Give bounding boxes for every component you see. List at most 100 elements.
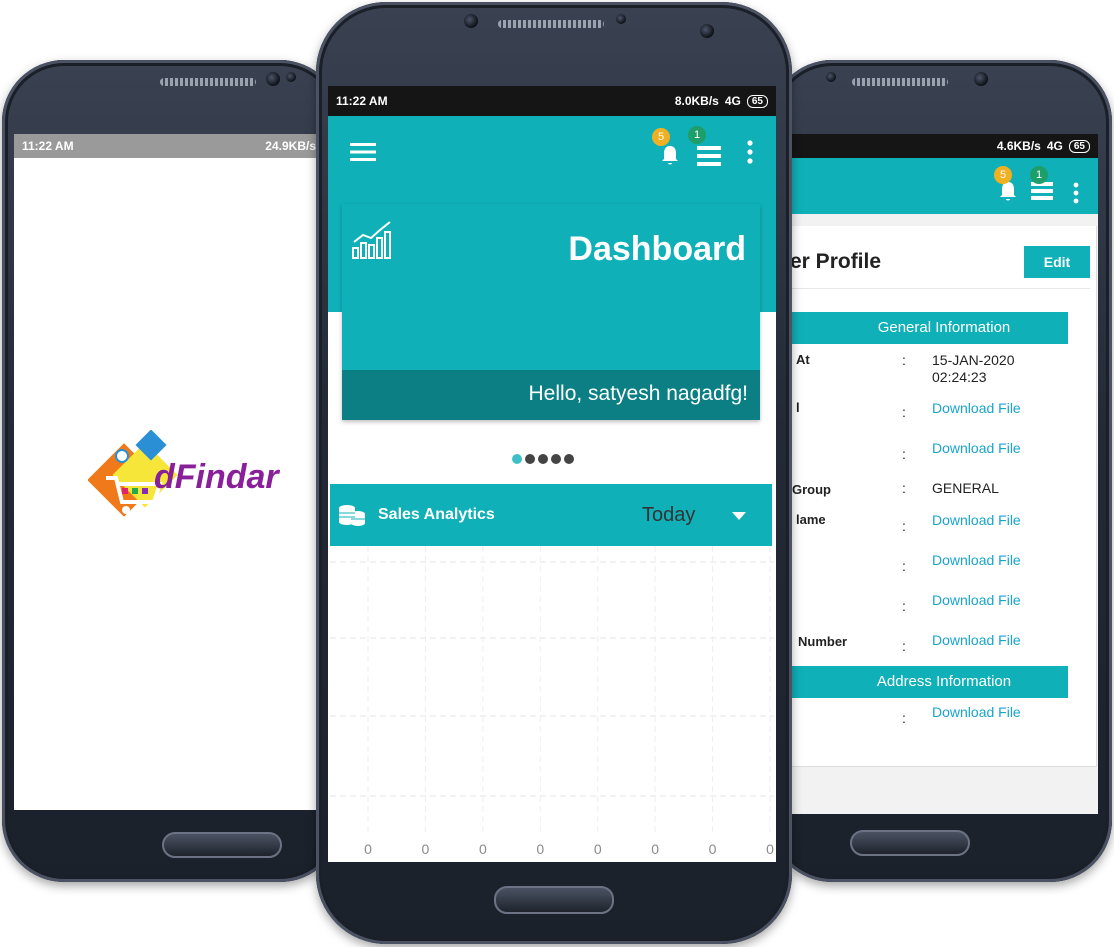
profile-row: : Download File (790, 552, 1090, 582)
profile-row: Number : Download File (790, 632, 1090, 662)
center-phone: 11:22 AM 8.0KB/s 4G 65 5 1 Dashboard Hel… (316, 2, 792, 944)
row-colon: : (902, 710, 906, 726)
center-status-bar: 11:22 AM 8.0KB/s 4G 65 (328, 86, 776, 116)
chevron-down-icon (732, 512, 746, 520)
download-link[interactable]: Download File (932, 400, 1021, 416)
carousel-dot[interactable] (564, 454, 574, 464)
left-status-bar: 11:22 AM 24.9KB/s (14, 134, 324, 158)
row-label: Number (798, 634, 848, 649)
row-label: lame (796, 512, 826, 527)
sales-analytics-title: Sales Analytics (378, 506, 495, 523)
right-list-button[interactable]: 1 (1028, 166, 1056, 202)
profile-row: : Download File (790, 592, 1090, 622)
right-status-network: 4G (1046, 139, 1063, 153)
download-link[interactable]: Download File (932, 592, 1021, 608)
analytics-chart-icon (352, 221, 391, 259)
splash-logo: dFindar (88, 430, 324, 540)
carousel-dot[interactable] (551, 454, 561, 464)
chart-tick-label: 0 (364, 841, 372, 857)
dashboard-card[interactable]: Dashboard Hello, satyesh nagadfg! (342, 204, 760, 420)
period-dropdown-value: Today (642, 504, 696, 526)
carousel-dot[interactable] (538, 454, 548, 464)
greeting-text: Hello, satyesh nagadfg! (528, 382, 748, 405)
right-list-badge: 1 (1030, 166, 1048, 184)
bell-icon (662, 146, 678, 165)
left-status-speed: 24.9KB/s (265, 139, 316, 153)
left-speaker (160, 78, 256, 86)
download-link[interactable]: Download File (932, 632, 1021, 648)
row-colon: : (902, 598, 906, 614)
chart-tick-label: 0 (766, 841, 774, 857)
chart-tick-label: 0 (479, 841, 487, 857)
profile-row: At : 15-JAN-2020 02:24:23 (790, 350, 1090, 390)
row-label: l (796, 400, 800, 415)
notification-badge: 5 (652, 128, 670, 146)
coins-icon (339, 505, 365, 526)
center-status-right: 8.0KB/s 4G 65 (675, 94, 768, 108)
profile-row: : Download File (790, 704, 1090, 734)
center-sensor-right (616, 14, 626, 24)
right-speaker (852, 78, 948, 86)
dashboard-title: Dashboard (568, 230, 746, 268)
chart-tick-label: 0 (594, 841, 602, 857)
right-home-button[interactable] (850, 830, 970, 856)
greeting-strip: Hello, satyesh nagadfg! (342, 370, 760, 420)
left-phone: 11:22 AM 24.9KB/s dFindar (2, 60, 342, 882)
left-status-time: 11:22 AM (22, 139, 74, 153)
profile-card: er Profile Edit General Information At :… (790, 226, 1097, 767)
sales-analytics-bar: Sales Analytics Today (330, 484, 772, 546)
carousel-dot-active[interactable] (512, 454, 522, 464)
left-home-button[interactable] (162, 832, 282, 858)
profile-title: er Profile (790, 250, 882, 273)
right-screen: 4.6KB/s 4G 65 5 1 er Profile Edit Genera… (790, 134, 1098, 814)
right-status-battery: 65 (1068, 139, 1090, 153)
row-value: GENERAL (932, 480, 999, 496)
sales-chart: 0 0 0 0 0 0 0 0 (330, 546, 774, 857)
download-link[interactable]: Download File (932, 512, 1021, 528)
profile-row: lame : Download File (790, 512, 1090, 542)
period-dropdown[interactable]: Today (626, 500, 766, 532)
right-notification-button[interactable]: 5 (994, 166, 1022, 202)
center-home-button[interactable] (494, 886, 614, 914)
row-label: At (796, 352, 810, 367)
profile-row: l : Download File (790, 400, 1090, 430)
edit-button[interactable]: Edit (1024, 246, 1090, 278)
center-status-speed: 8.0KB/s (674, 94, 719, 108)
profile-divider (790, 288, 1090, 289)
list-icon (697, 146, 721, 166)
carousel-dot[interactable] (525, 454, 535, 464)
more-options-icon[interactable] (746, 140, 754, 164)
center-sensor-left (464, 14, 478, 28)
row-value: 15-JAN-2020 02:24:23 (932, 352, 1015, 385)
notification-button[interactable]: 5 (652, 128, 686, 172)
download-link[interactable]: Download File (932, 440, 1021, 456)
right-camera (826, 72, 836, 82)
row-label: Group (792, 482, 831, 497)
profile-row: : Download File (790, 440, 1090, 470)
chart-tick-label: 0 (422, 841, 430, 857)
row-colon: : (902, 446, 906, 462)
row-colon: : (902, 558, 906, 574)
chart-tick-label: 0 (536, 841, 544, 857)
chart-tick-label: 0 (651, 841, 659, 857)
download-link[interactable]: Download File (932, 552, 1021, 568)
left-camera (266, 72, 280, 86)
center-camera (700, 24, 714, 38)
center-speaker (498, 20, 604, 28)
download-link[interactable]: Download File (932, 704, 1021, 720)
address-section-header: Address Information (790, 666, 1068, 698)
center-screen: 11:22 AM 8.0KB/s 4G 65 5 1 Dashboard Hel… (328, 86, 776, 862)
hamburger-menu-icon[interactable] (350, 142, 376, 162)
right-status-bar: 4.6KB/s 4G 65 (790, 134, 1098, 158)
right-app-bar: 5 1 (790, 158, 1098, 214)
center-status-battery: 65 (746, 94, 768, 108)
left-sensor (286, 72, 296, 82)
profile-row: Group : GENERAL (790, 480, 1090, 510)
list-button[interactable]: 1 (688, 126, 724, 172)
row-colon: : (902, 404, 906, 420)
right-more-icon[interactable] (1072, 182, 1080, 204)
right-phone: 4.6KB/s 4G 65 5 1 er Profile Edit Genera… (770, 60, 1112, 882)
list-badge: 1 (688, 126, 706, 144)
row-colon: : (902, 352, 906, 368)
logo-text: dFindar (154, 458, 279, 496)
